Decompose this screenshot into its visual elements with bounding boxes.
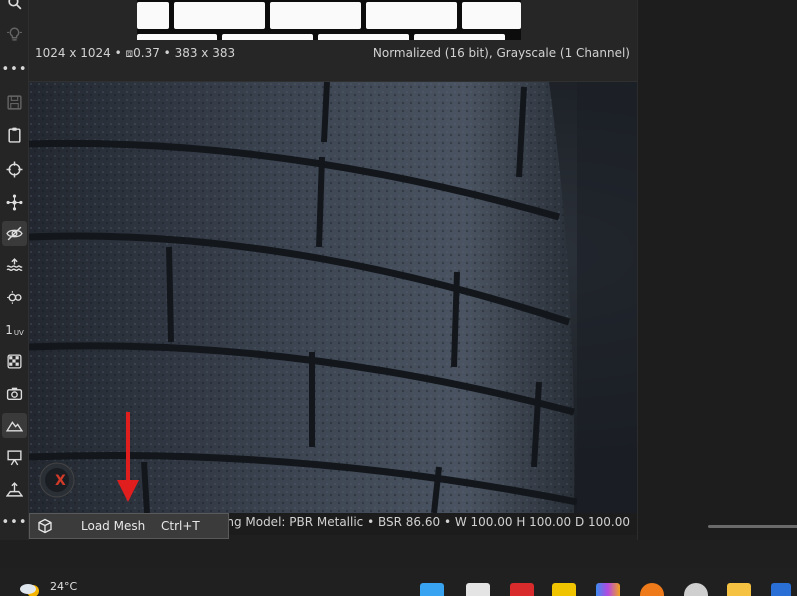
weather-temperature: 24°C <box>50 580 78 593</box>
texture-thumbnail <box>137 0 521 40</box>
uv-label: 1 <box>5 322 13 337</box>
terrain-icon[interactable] <box>2 413 27 438</box>
lightbulb-icon[interactable] <box>2 21 27 46</box>
shading-model-status: hading Model: PBR Metallic • BSR 86.60 •… <box>200 515 630 529</box>
notes-icon[interactable] <box>552 583 576 596</box>
copilot-icon[interactable] <box>596 583 620 596</box>
app-orange-icon[interactable] <box>640 583 664 596</box>
load-mesh-label: Load Mesh <box>81 519 146 533</box>
camera-icon[interactable] <box>2 381 27 406</box>
texture-info: 1024 x 1024 • ⧈0.37 • 383 x 383 <box>35 46 236 60</box>
uv-icon[interactable]: 1 UV <box>2 317 27 342</box>
checker-icon[interactable] <box>2 349 27 374</box>
brick-wall-render: X <box>29 82 637 513</box>
weather-icon[interactable] <box>18 579 42 596</box>
texture-format: Normalized (16 bit), Grayscale (1 Channe… <box>372 46 630 60</box>
presentation-icon[interactable] <box>2 445 27 470</box>
uv-sublabel: UV <box>13 328 24 337</box>
clipboard-icon[interactable] <box>2 122 27 147</box>
app-window: ••• 1 UV ••• 1024 x 1024 • ⧈0.37 • 383 x… <box>0 0 797 596</box>
more-icon[interactable]: ••• <box>2 57 27 82</box>
app-gray-icon[interactable] <box>466 583 490 596</box>
horizontal-scrollbar[interactable] <box>708 525 797 528</box>
water-icon[interactable] <box>2 253 27 278</box>
more-icon[interactable]: ••• <box>2 510 27 535</box>
3d-viewport[interactable]: X <box>29 82 637 513</box>
crosshair-icon[interactable] <box>2 157 27 182</box>
taskbar: 24°C <box>0 568 797 596</box>
app-blue-icon[interactable] <box>771 583 791 596</box>
cube-icon <box>30 518 60 534</box>
svg-text:X: X <box>55 473 66 489</box>
app-red-icon[interactable] <box>510 583 534 596</box>
eye-icon[interactable] <box>2 221 27 246</box>
save-icon[interactable] <box>2 90 27 115</box>
texture-preview-panel: 1024 x 1024 • ⧈0.37 • 383 x 383 Normaliz… <box>29 0 637 82</box>
folder-icon[interactable] <box>727 583 751 596</box>
right-panel <box>637 0 797 540</box>
ground-icon[interactable] <box>2 477 27 502</box>
left-toolbar: ••• 1 UV ••• <box>0 0 29 540</box>
sun-gear-icon[interactable] <box>2 285 27 310</box>
windows-start-icon[interactable] <box>420 583 444 596</box>
search-icon[interactable] <box>2 0 27 15</box>
app-circle-icon[interactable] <box>684 583 708 596</box>
load-mesh-menu-item[interactable]: Load Mesh Ctrl+T <box>29 513 229 539</box>
move-icon[interactable] <box>2 190 27 215</box>
load-mesh-shortcut: Ctrl+T <box>161 519 200 533</box>
